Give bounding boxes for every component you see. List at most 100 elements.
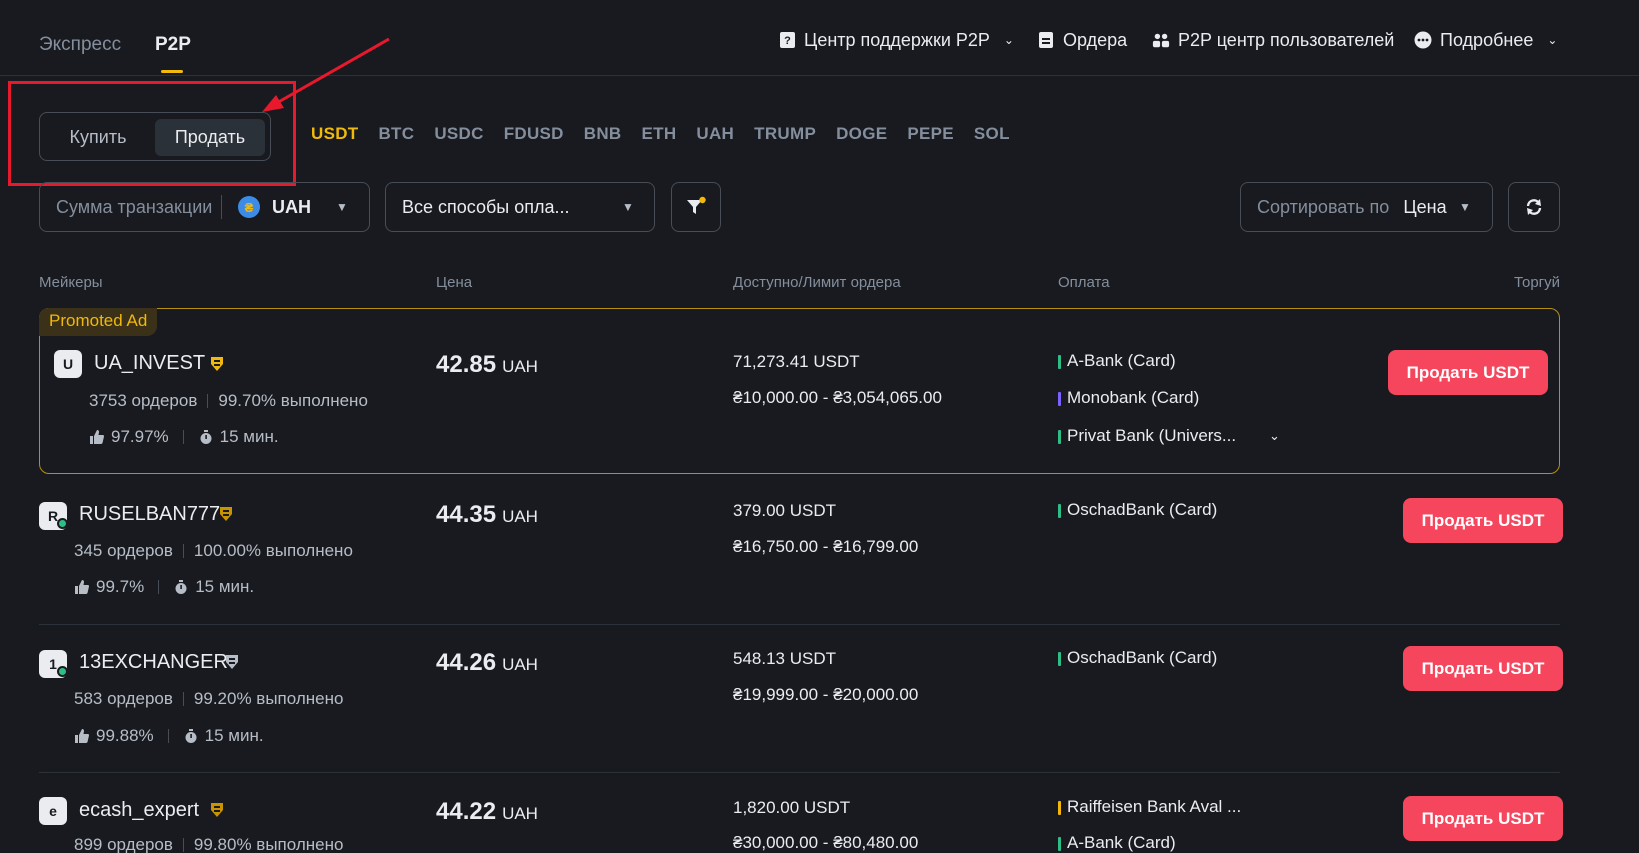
- completion-rate: 100.00% выполнено: [193, 541, 353, 560]
- sort-value: Цена: [1403, 196, 1447, 217]
- rating-percent: 97.97%: [111, 427, 169, 446]
- amount-input[interactable]: Сумма транзакции ₴ UAH ▼: [39, 182, 370, 232]
- nav-support[interactable]: ? Центр поддержки P2P ⌄: [778, 28, 1014, 52]
- sort-select[interactable]: Сортировать по Цена ▼: [1240, 182, 1493, 232]
- payment-method-tag: Monobank (Card): [1058, 388, 1199, 408]
- nav-support-label: Центр поддержки P2P: [804, 29, 990, 50]
- payment-method-select[interactable]: Все способы опла... ▼: [385, 182, 655, 232]
- merchant-name[interactable]: UA_INVEST: [94, 352, 205, 375]
- sell-usdt-button[interactable]: Продать USDT: [1403, 796, 1563, 841]
- row-divider: [39, 624, 1560, 625]
- merchant-rating: 99.88% 15 мин.: [74, 726, 264, 746]
- nav-orders[interactable]: Ордера: [1037, 28, 1127, 52]
- coin-tab-doge[interactable]: DOGE: [836, 124, 887, 144]
- merchant-badge-icon: [211, 803, 223, 817]
- merchant-badge-icon: [211, 357, 223, 371]
- chevron-down-icon: ⌄: [1003, 33, 1014, 47]
- coin-tab-trump[interactable]: TRUMP: [754, 124, 816, 144]
- completion-rate: 99.70% выполнено: [218, 391, 368, 410]
- orders-icon: [1037, 31, 1055, 49]
- merchant-badge-icon: [226, 655, 238, 669]
- orders-count: 899 ордеров: [74, 835, 173, 853]
- merchant-name[interactable]: 13EXCHANGER: [79, 651, 228, 674]
- rating-percent: 99.7%: [96, 577, 145, 596]
- header-payment: Оплата: [1058, 274, 1110, 291]
- coin-tabs: USDT BTC USDC FDUSD BNB ETH UAH TRUMP DO…: [311, 124, 1030, 144]
- promoted-ad-badge: Promoted Ad: [39, 308, 158, 336]
- payment-method-tag: A-Bank (Card): [1058, 351, 1176, 371]
- timer-icon: [200, 430, 212, 444]
- payment-method-name: Privat Bank (Univers...: [1067, 426, 1237, 445]
- sell-usdt-button[interactable]: Продать USDT: [1403, 646, 1563, 691]
- coin-tab-pepe[interactable]: PEPE: [907, 124, 954, 144]
- payment-method-tag: Raiffeisen Bank Aval ...: [1058, 797, 1241, 817]
- price-number: 42.85: [436, 351, 497, 378]
- coin-tab-sol[interactable]: SOL: [974, 124, 1010, 144]
- payment-time: 15 мин.: [219, 427, 279, 446]
- nav-user-center[interactable]: P2P центр пользователей: [1152, 28, 1394, 52]
- sell-usdt-button[interactable]: Продать USDT: [1403, 498, 1563, 543]
- nav-orders-label: Ордера: [1063, 29, 1128, 50]
- coin-tab-eth[interactable]: ETH: [642, 124, 677, 144]
- coin-tab-btc[interactable]: BTC: [378, 124, 414, 144]
- header-available: Доступно/Лимит ордера: [733, 274, 901, 291]
- annotation-arrow-icon: [262, 37, 390, 112]
- filter-button[interactable]: [671, 182, 721, 232]
- caret-down-icon: ▼: [1459, 200, 1471, 214]
- filter-funnel-icon: [687, 196, 706, 214]
- coin-tab-bnb[interactable]: BNB: [584, 124, 622, 144]
- expand-payments-chevron-icon[interactable]: ⌄: [1269, 428, 1280, 444]
- thumbs-up-icon: [75, 729, 89, 743]
- order-limit: ₴19,999.00 - ₴20,000.00: [733, 685, 919, 704]
- more-icon: [1414, 31, 1432, 49]
- caret-down-icon: ▼: [622, 200, 634, 214]
- support-icon: ?: [778, 31, 796, 49]
- payment-method-tag: OschadBank (Card): [1058, 500, 1217, 520]
- order-limit: ₴10,000.00 - ₴3,054,065.00: [733, 388, 942, 407]
- timer-icon: [175, 580, 187, 594]
- payment-method-name: OschadBank (Card): [1067, 648, 1218, 667]
- price-number: 44.22: [436, 798, 497, 825]
- coin-tab-uah[interactable]: UAH: [696, 124, 734, 144]
- payment-method-name: Raiffeisen Bank Aval ...: [1067, 797, 1242, 816]
- available-amount: 1,820.00 USDT: [733, 798, 851, 817]
- available-amount: 548.13 USDT: [733, 649, 836, 668]
- chevron-down-icon: ⌄: [1547, 33, 1558, 47]
- nav-user-center-label: P2P центр пользователей: [1178, 29, 1395, 50]
- payment-method-name: Monobank (Card): [1067, 388, 1200, 407]
- currency-select[interactable]: UAH: [272, 197, 311, 218]
- price-number: 44.26: [436, 649, 497, 676]
- payment-time: 15 мин.: [204, 726, 264, 745]
- coin-tab-fdusd[interactable]: FDUSD: [504, 124, 564, 144]
- coin-tab-usdc[interactable]: USDC: [434, 124, 483, 144]
- rating-percent: 99.88%: [96, 726, 154, 745]
- row-divider: [39, 772, 1560, 773]
- merchant-name[interactable]: ecash_expert: [79, 799, 199, 822]
- price-currency: UAH: [502, 655, 538, 674]
- avatar[interactable]: e: [39, 797, 67, 825]
- completion-rate: 99.80% выполнено: [193, 835, 344, 853]
- users-icon: [1152, 31, 1170, 49]
- timer-icon: [185, 729, 197, 743]
- available-amount: 71,273.41 USDT: [733, 352, 860, 371]
- payment-method-value: Все способы опла...: [402, 196, 570, 217]
- merchant-rating: 99.7% 15 мин.: [74, 577, 254, 597]
- payment-method-tag: Privat Bank (Univers...: [1058, 426, 1236, 446]
- merchant-stats: 3753 ордеров 99.70% выполнено: [89, 391, 368, 411]
- price-value: 44.22 UAH: [436, 798, 538, 826]
- refresh-button[interactable]: [1508, 182, 1560, 232]
- avatar[interactable]: U: [54, 350, 82, 378]
- nav-more[interactable]: Подробнее ⌄: [1414, 28, 1557, 52]
- order-limit: ₴30,000.00 - ₴80,480.00: [733, 833, 919, 852]
- price-value: 44.26 UAH: [436, 649, 538, 677]
- sell-usdt-button[interactable]: Продать USDT: [1388, 350, 1548, 395]
- merchant-name[interactable]: RUSELBAN777: [79, 503, 220, 526]
- payment-method-name: A-Bank (Card): [1067, 351, 1176, 370]
- price-number: 44.35: [436, 501, 497, 528]
- price-value: 44.35 UAH: [436, 501, 538, 529]
- merchant-stats: 899 ордеров 99.80% выполнено: [74, 835, 343, 853]
- coin-tab-usdt[interactable]: USDT: [311, 124, 358, 144]
- payment-method-tag: OschadBank (Card): [1058, 648, 1217, 668]
- order-limit: ₴16,750.00 - ₴16,799.00: [733, 537, 919, 556]
- refresh-icon: [1526, 199, 1542, 215]
